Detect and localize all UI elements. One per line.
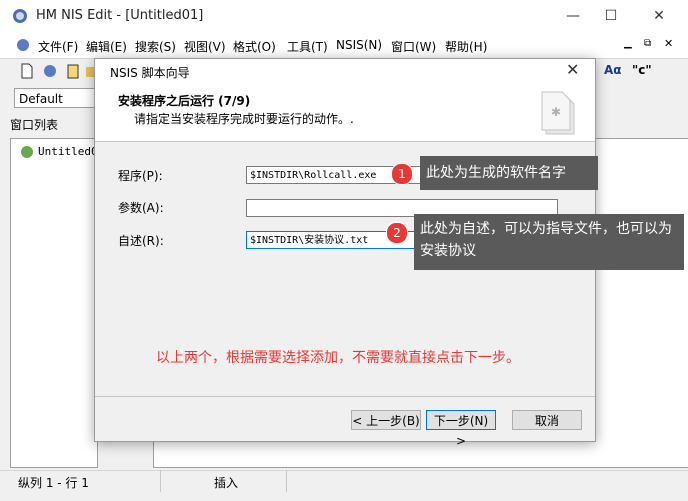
dialog-title: NSIS 脚本向导 xyxy=(110,66,190,80)
menu-search[interactable]: 搜索(S) xyxy=(135,38,176,55)
menu-nsis[interactable]: NSIS(N) xyxy=(336,38,382,52)
cursor-position: 纵列 1 - 行 1 xyxy=(18,476,89,490)
step-description: 请指定当安装程序完成时要运行的动作。. xyxy=(134,112,354,126)
window-title: HM NIS Edit - [Untitled01] xyxy=(36,8,204,23)
params-label: 参数(A): xyxy=(118,201,164,215)
cancel-button[interactable]: 取消 xyxy=(512,410,582,430)
dialog-close-icon[interactable]: ✕ xyxy=(566,60,579,79)
readme-label: 自述(R): xyxy=(118,234,164,248)
svg-text:✱: ✱ xyxy=(551,105,561,119)
quote-icon[interactable]: "c" xyxy=(632,63,652,77)
doc-menu-icon[interactable] xyxy=(16,38,30,52)
window-list-title: 窗口列表 xyxy=(10,118,59,132)
menu-view[interactable]: 视图(V) xyxy=(184,38,226,55)
clipboard-icon[interactable] xyxy=(66,63,80,79)
annotation-badge-1: 1 xyxy=(391,163,413,185)
style-select[interactable]: Default xyxy=(14,88,98,108)
child-restore-icon[interactable]: ⧉ xyxy=(644,38,651,49)
wizard-logo-icon: ✱ xyxy=(541,91,575,135)
next-button[interactable]: 下一步(N) > xyxy=(426,410,496,448)
annotation-tip-2: 此处为自述，可以为指导文件，也可以为安装协议 xyxy=(414,214,684,270)
status-bar xyxy=(0,470,688,501)
maximize-button[interactable]: ☐ xyxy=(588,0,634,32)
menu-window[interactable]: 窗口(W) xyxy=(391,38,436,55)
font-icon[interactable]: Aα xyxy=(604,63,622,77)
menu-help[interactable]: 帮助(H) xyxy=(445,38,487,55)
step-heading: 安装程序之后运行 (7/9) xyxy=(118,94,251,108)
back-button[interactable]: < 上一步(B) xyxy=(351,410,421,430)
status-separator xyxy=(286,470,287,492)
insert-mode: 插入 xyxy=(214,476,239,490)
instruction-note: 以上两个，根据需要选择添加，不需要就直接点击下一步。 xyxy=(156,350,520,366)
annotation-badge-2: 2 xyxy=(386,222,408,244)
window-list xyxy=(10,138,98,468)
menu-file[interactable]: 文件(F) xyxy=(38,38,78,55)
annotation-tip-1: 此处为生成的软件名字 xyxy=(420,156,598,190)
app-icon xyxy=(13,9,27,23)
child-close-icon[interactable]: ✕ xyxy=(664,37,673,50)
program-label: 程序(P): xyxy=(118,169,163,183)
menu-format[interactable]: 格式(O) xyxy=(233,38,276,55)
menu-edit[interactable]: 编辑(E) xyxy=(86,38,127,55)
child-min-icon[interactable]: ▁ xyxy=(624,38,632,49)
status-separator xyxy=(160,470,161,492)
dialog-divider xyxy=(95,396,595,397)
open-icon[interactable] xyxy=(42,63,58,79)
script-icon xyxy=(21,146,33,158)
close-button[interactable]: ✕ xyxy=(636,0,682,32)
menu-tools[interactable]: 工具(T) xyxy=(287,38,328,55)
new-file-icon[interactable] xyxy=(20,63,34,79)
